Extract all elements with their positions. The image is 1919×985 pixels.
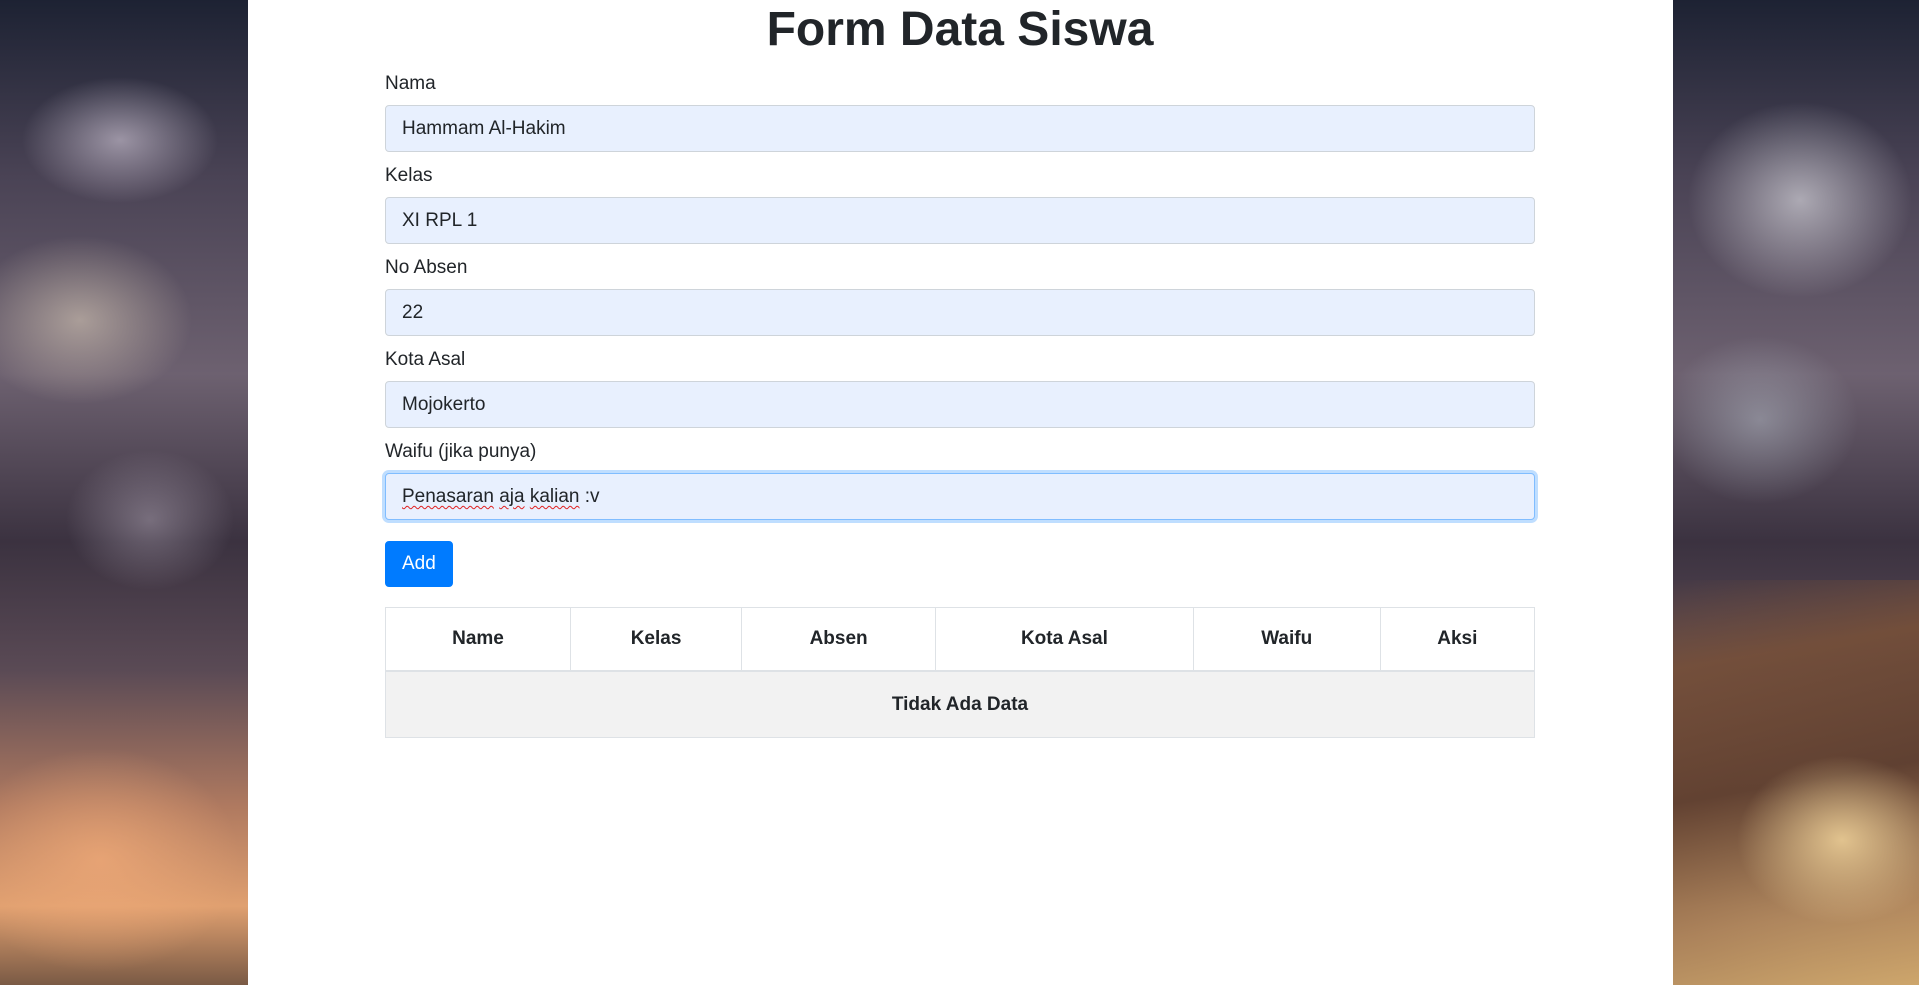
field-kelas: Kelas XI RPL 1: [385, 164, 1535, 244]
empty-message: Tidak Ada Data: [385, 670, 1535, 738]
header-waifu: Waifu: [1192, 607, 1381, 672]
kota-asal-input[interactable]: Mojokerto: [385, 381, 1535, 428]
waifu-input[interactable]: Penasaran aja kalian :v: [385, 473, 1535, 520]
field-no-absen: No Absen 22: [385, 256, 1535, 336]
field-kota-asal: Kota Asal Mojokerto: [385, 348, 1535, 428]
waifu-value-rest: :v: [584, 486, 600, 507]
form-wrapper: Form Data Siswa Nama Hammam Al-Hakim Kel…: [385, 0, 1536, 738]
nama-label: Nama: [385, 73, 436, 94]
header-kelas: Kelas: [569, 607, 743, 672]
kota-asal-label: Kota Asal: [385, 349, 466, 370]
kelas-input[interactable]: XI RPL 1: [385, 197, 1535, 244]
background-landscape: [1672, 580, 1919, 985]
waifu-value-word-2: aja: [499, 486, 525, 507]
header-kota-asal: Kota Asal: [935, 607, 1194, 672]
waifu-value-word-3: kalian: [529, 486, 580, 507]
waifu-label: Waifu (jika punya): [385, 441, 537, 462]
data-table: Name Kelas Absen Kota Asal Waifu Aksi Ti…: [385, 607, 1536, 738]
waifu-value-word-1: Penasaran: [402, 486, 494, 507]
nama-input[interactable]: Hammam Al-Hakim: [385, 105, 1535, 152]
table-row: Tidak Ada Data: [385, 670, 1535, 738]
header-name: Name: [385, 607, 571, 672]
field-waifu: Waifu (jika punya) Penasaran aja kalian …: [385, 440, 1535, 520]
table-header-row: Name Kelas Absen Kota Asal Waifu Aksi: [385, 607, 1536, 672]
add-button[interactable]: Add: [385, 541, 453, 587]
kelas-label: Kelas: [385, 165, 433, 186]
no-absen-label: No Absen: [385, 257, 468, 278]
header-aksi: Aksi: [1379, 607, 1536, 672]
header-absen: Absen: [741, 607, 937, 672]
no-absen-input[interactable]: 22: [385, 289, 1535, 336]
page-title: Form Data Siswa: [766, 3, 1154, 56]
field-nama: Nama Hammam Al-Hakim: [385, 72, 1535, 152]
main-container: Form Data Siswa Nama Hammam Al-Hakim Kel…: [248, 0, 1673, 985]
